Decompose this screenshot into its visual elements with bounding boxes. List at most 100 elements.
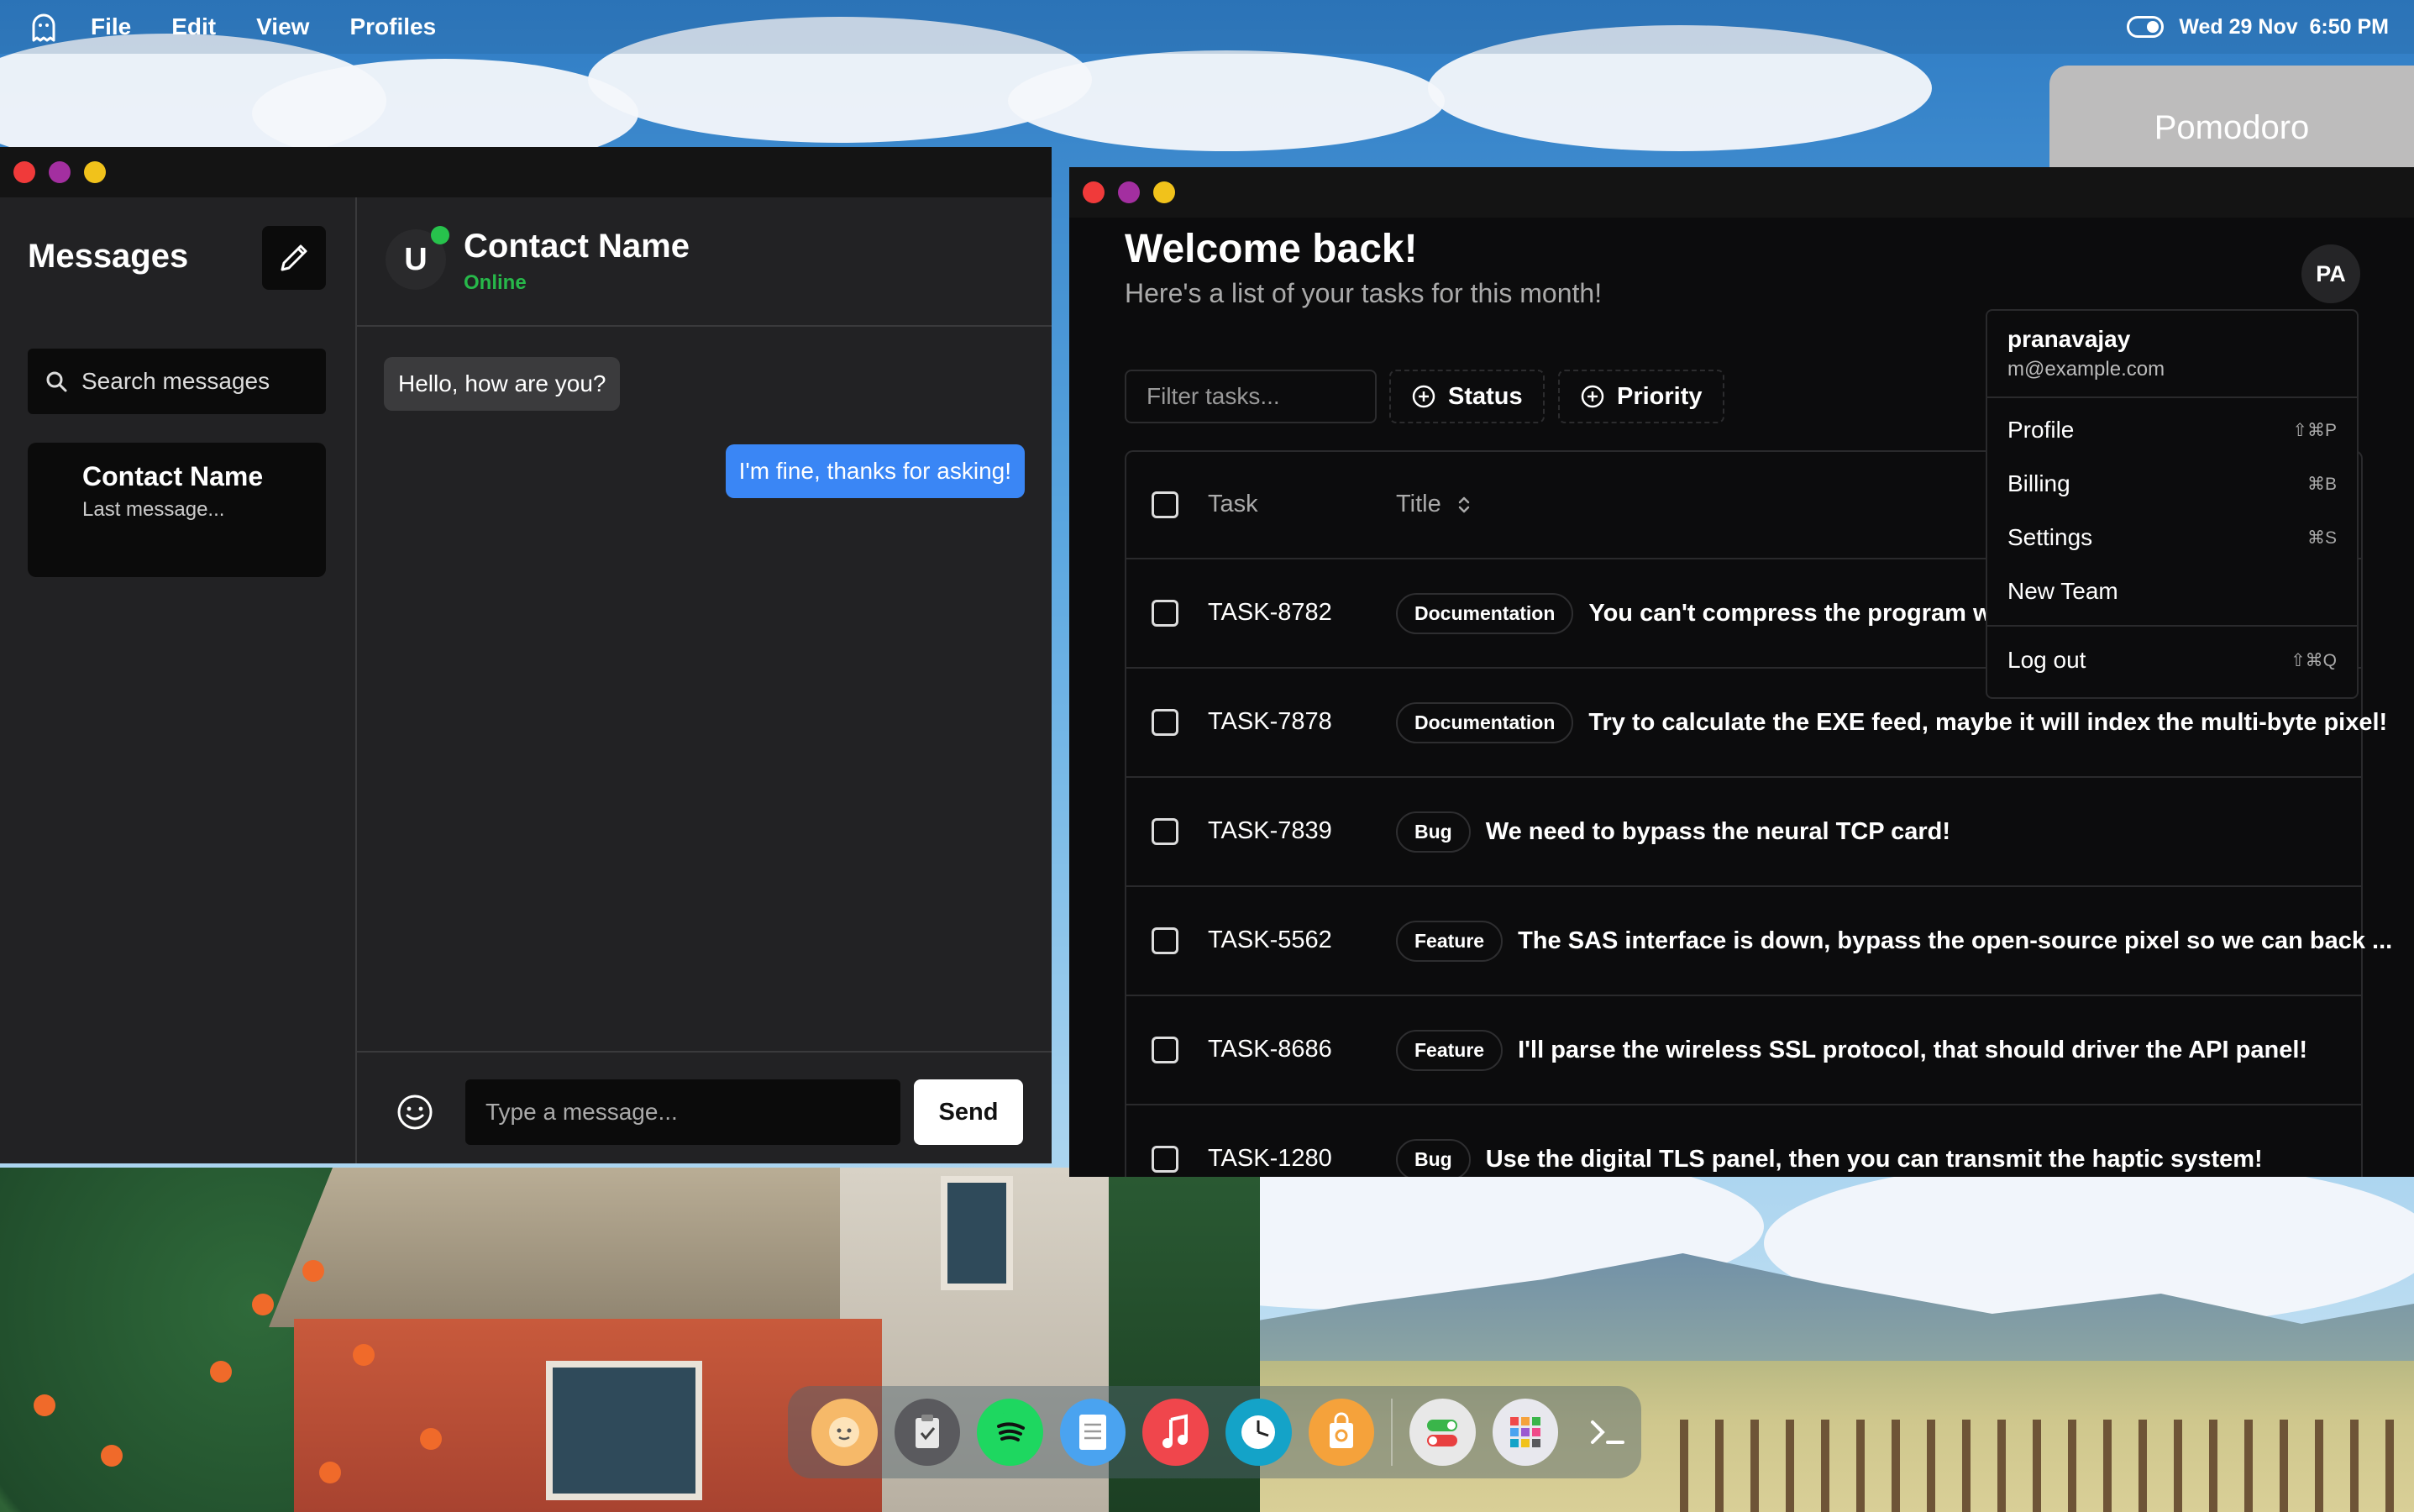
divider bbox=[1987, 625, 2357, 627]
clipboard-icon[interactable] bbox=[894, 1399, 961, 1466]
window-titlebar[interactable] bbox=[0, 147, 1052, 197]
emoji-icon[interactable] bbox=[396, 1093, 434, 1131]
pencil-icon bbox=[281, 244, 307, 271]
task-id: TASK-8782 bbox=[1208, 599, 1332, 626]
row-checkbox[interactable] bbox=[1152, 1037, 1178, 1063]
table-row[interactable]: TASK-8686 Feature I'll parse the wireless… bbox=[1126, 996, 2361, 1105]
fence bbox=[1680, 1420, 2414, 1512]
task-label-badge: Feature bbox=[1396, 1030, 1504, 1071]
minimize-button[interactable] bbox=[49, 161, 71, 183]
select-all-checkbox[interactable] bbox=[1152, 491, 1178, 518]
close-button[interactable] bbox=[13, 161, 35, 183]
search-input[interactable] bbox=[80, 367, 276, 396]
menu-item-label: Log out bbox=[2007, 647, 2086, 673]
task-id: TASK-7878 bbox=[1208, 708, 1332, 735]
online-indicator bbox=[431, 226, 449, 244]
menu-edit[interactable]: Edit bbox=[171, 13, 216, 40]
menu-item-label: New Team bbox=[2007, 578, 2118, 604]
status-filter-button[interactable]: Status bbox=[1389, 370, 1545, 423]
menu-profiles[interactable]: Profiles bbox=[349, 13, 436, 40]
minimize-button[interactable] bbox=[1118, 181, 1140, 203]
filter-tasks-input[interactable] bbox=[1125, 370, 1377, 423]
task-title: Use the digital TLS panel, then you can … bbox=[1485, 1146, 2263, 1173]
window-titlebar[interactable] bbox=[1069, 167, 2414, 218]
plus-circle-icon bbox=[1412, 385, 1435, 408]
house-window bbox=[941, 1176, 1013, 1290]
shortcut-hint: ⌘S bbox=[2306, 528, 2337, 548]
row-checkbox[interactable] bbox=[1152, 709, 1178, 736]
clock-icon[interactable] bbox=[1225, 1399, 1292, 1466]
shortcut-hint: ⇧⌘Q bbox=[2291, 650, 2337, 670]
menu-file[interactable]: File bbox=[91, 13, 131, 40]
task-title: The SAS interface is down, bypass the op… bbox=[1518, 927, 2393, 954]
search-box[interactable] bbox=[28, 349, 326, 414]
message-input[interactable] bbox=[465, 1079, 900, 1145]
control-toggle-icon[interactable] bbox=[2127, 16, 2165, 38]
dock-divider bbox=[1391, 1399, 1393, 1466]
compose-button[interactable] bbox=[262, 226, 326, 290]
user-dropdown-menu: pranavajay m@example.com Profile ⇧⌘P Bil… bbox=[1986, 309, 2359, 699]
shortcut-hint: ⇧⌘P bbox=[2292, 420, 2337, 440]
menubar-clock[interactable]: Wed 29 Nov 6:50 PM bbox=[2179, 15, 2389, 39]
flower bbox=[319, 1462, 341, 1483]
menu-item-logout[interactable]: Log out ⇧⌘Q bbox=[2007, 647, 2337, 674]
table-row[interactable]: TASK-1280 Bug Use the digital TLS panel, … bbox=[1126, 1105, 2361, 1177]
row-checkbox[interactable] bbox=[1152, 818, 1178, 845]
music-icon[interactable] bbox=[1142, 1399, 1210, 1466]
contact-name: Contact Name bbox=[82, 461, 264, 491]
menu-view[interactable]: View bbox=[256, 13, 309, 40]
task-label-badge: Bug bbox=[1396, 1139, 1471, 1177]
row-checkbox[interactable] bbox=[1152, 1146, 1178, 1173]
menu-item-billing[interactable]: Billing ⌘B bbox=[2007, 470, 2337, 497]
row-checkbox[interactable] bbox=[1152, 927, 1178, 954]
task-id: TASK-5562 bbox=[1208, 927, 1332, 953]
dropdown-username: pranavajay bbox=[2007, 326, 2131, 352]
row-checkbox[interactable] bbox=[1152, 600, 1178, 627]
shortcut-hint: ⌘B bbox=[2306, 474, 2337, 494]
user-avatar[interactable]: PA bbox=[2301, 244, 2360, 303]
pomodoro-widget[interactable]: Pomodoro bbox=[2049, 66, 2414, 175]
menu-item-profile[interactable]: Profile ⇧⌘P bbox=[2007, 417, 2337, 444]
task-id: TASK-1280 bbox=[1208, 1145, 1332, 1172]
flower bbox=[302, 1260, 324, 1282]
cloud bbox=[1008, 50, 1445, 151]
column-task[interactable]: Task bbox=[1208, 491, 1258, 518]
flower bbox=[210, 1361, 232, 1383]
close-button[interactable] bbox=[1083, 181, 1105, 203]
toggles-icon[interactable] bbox=[1409, 1399, 1476, 1466]
menu-bar: File Edit View Profiles Wed 29 Nov 6:50 … bbox=[0, 0, 2414, 54]
spotify-icon[interactable] bbox=[977, 1399, 1043, 1466]
maximize-button[interactable] bbox=[84, 161, 106, 183]
chat-contact-name: Contact Name bbox=[464, 228, 690, 265]
page-title: Welcome back! bbox=[1125, 227, 1418, 271]
task-label-badge: Bug bbox=[1396, 811, 1471, 853]
notes-icon[interactable] bbox=[1059, 1399, 1126, 1466]
store-icon[interactable] bbox=[1308, 1399, 1375, 1466]
task-label-badge: Feature bbox=[1396, 921, 1504, 962]
column-title[interactable]: Title bbox=[1396, 491, 1472, 518]
maximize-button[interactable] bbox=[1153, 181, 1175, 203]
send-button[interactable]: Send bbox=[914, 1079, 1023, 1145]
menu-item-settings[interactable]: Settings ⌘S bbox=[2007, 524, 2337, 551]
task-label-badge: Documentation bbox=[1396, 702, 1574, 743]
menu-item-label: Profile bbox=[2007, 417, 2075, 443]
launchpad-icon[interactable] bbox=[1492, 1399, 1559, 1466]
column-title-label: Title bbox=[1396, 491, 1441, 517]
menu-item-label: Billing bbox=[2007, 470, 2070, 496]
task-id: TASK-7839 bbox=[1208, 817, 1332, 844]
menu-item-new-team[interactable]: New Team bbox=[2007, 578, 2337, 605]
table-row[interactable]: TASK-7839 Bug We need to bypass the neura… bbox=[1126, 778, 2361, 887]
contact-last-message: Last message... bbox=[82, 498, 225, 521]
priority-filter-button[interactable]: Priority bbox=[1558, 370, 1724, 423]
task-label-badge: Documentation bbox=[1396, 593, 1574, 634]
table-row[interactable]: TASK-5562 Feature The SAS interface is do… bbox=[1126, 887, 2392, 996]
flower bbox=[420, 1428, 442, 1450]
messages-sidebar: Messages Contact Name Last message... bbox=[0, 197, 357, 1163]
terminal-icon[interactable] bbox=[1575, 1399, 1641, 1466]
finder-icon[interactable] bbox=[811, 1399, 878, 1466]
task-title: Try to calculate the EXE feed, maybe it … bbox=[1588, 709, 2388, 736]
search-icon bbox=[46, 371, 67, 392]
incoming-message: Hello, how are you? bbox=[384, 357, 621, 411]
ghost-logo-icon[interactable] bbox=[27, 10, 60, 44]
contact-list-item[interactable]: Contact Name Last message... bbox=[28, 443, 326, 577]
